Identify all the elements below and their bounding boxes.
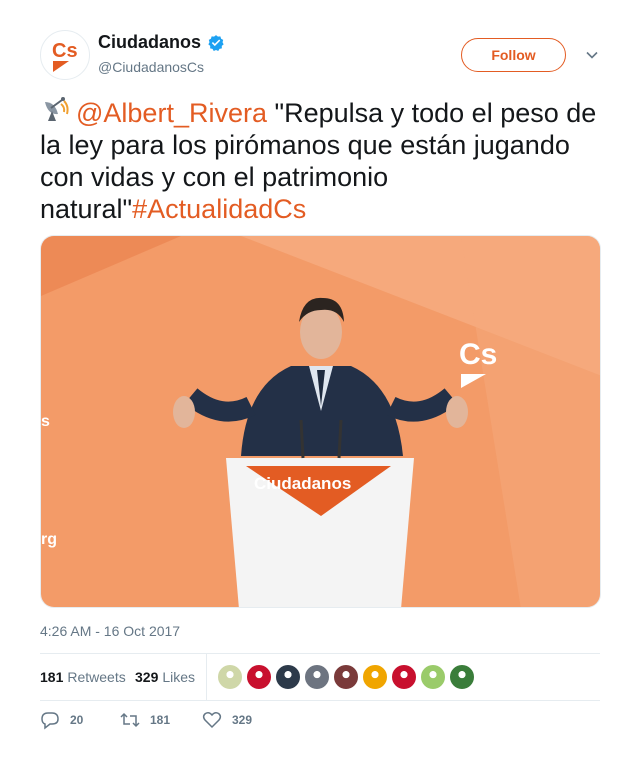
hashtag-link[interactable]: #ActualidadCs [132, 194, 306, 224]
likes-count: 329 [135, 669, 159, 685]
liker-avatar[interactable] [391, 664, 417, 690]
reply-action[interactable]: 20 [40, 710, 83, 730]
retweet-count: 181 [150, 713, 171, 727]
reply-icon [41, 712, 59, 730]
avatar-logo-text: Cs [52, 40, 78, 62]
like-action[interactable]: 329 [202, 710, 252, 730]
stats-divider [206, 654, 207, 700]
liker-avatar[interactable] [246, 664, 272, 690]
display-name[interactable]: Ciudadanos [98, 32, 201, 53]
tweet-stats: 181 Retweets 329 Likes [40, 653, 600, 701]
tweet-photo[interactable]: s rg Cs Ciudadanos [40, 235, 601, 608]
account-handle[interactable]: @CiudadanosCs [98, 59, 225, 75]
liker-avatar[interactable] [362, 664, 388, 690]
liker-avatar[interactable] [420, 664, 446, 690]
wall-edge-text-s: s [41, 413, 50, 430]
satellite-antenna-icon [45, 97, 69, 121]
photo-illustration: s rg Cs Ciudadanos [41, 236, 600, 607]
avatar[interactable]: Cs [40, 30, 90, 80]
retweet-icon [120, 712, 140, 728]
tweet-text: @Albert_Rivera "Repulsa y todo el peso d… [40, 94, 600, 225]
likes-stat[interactable]: 329 Likes [135, 669, 195, 685]
chevron-down-icon[interactable] [585, 48, 599, 62]
cs-logo-icon: Cs [52, 40, 78, 72]
liker-avatar[interactable] [275, 664, 301, 690]
reply-count: 20 [70, 713, 84, 727]
wall-edge-text-rg: rg [41, 531, 57, 548]
retweets-count: 181 [40, 669, 64, 685]
account-names: Ciudadanos @CiudadanosCs [98, 32, 225, 75]
display-name-link[interactable]: Ciudadanos [98, 32, 225, 53]
likes-label: Likes [162, 669, 196, 685]
retweet-action[interactable]: 181 [120, 710, 170, 730]
follow-button[interactable]: Follow [461, 38, 566, 72]
verified-badge-icon [208, 34, 224, 51]
retweets-stat[interactable]: 181 Retweets [40, 669, 126, 685]
liker-avatar[interactable] [333, 664, 359, 690]
wall-cs-logo-text: Cs [459, 338, 497, 371]
tweet-header: Cs Ciudadanos @CiudadanosCs Follow [40, 30, 600, 80]
liker-avatar[interactable] [304, 664, 330, 690]
like-count: 329 [232, 713, 253, 727]
tweet-timestamp[interactable]: 4:26 AM - 16 Oct 2017 [40, 623, 180, 639]
mention-link[interactable]: @Albert_Rivera [76, 98, 267, 128]
podium-text: Ciudadanos [254, 474, 351, 493]
heart-icon [202, 712, 222, 729]
liker-avatar[interactable] [217, 664, 243, 690]
liker-avatar[interactable] [449, 664, 475, 690]
retweets-label: Retweets [67, 669, 126, 685]
tweet-actions: 20 181 329 [40, 710, 600, 734]
